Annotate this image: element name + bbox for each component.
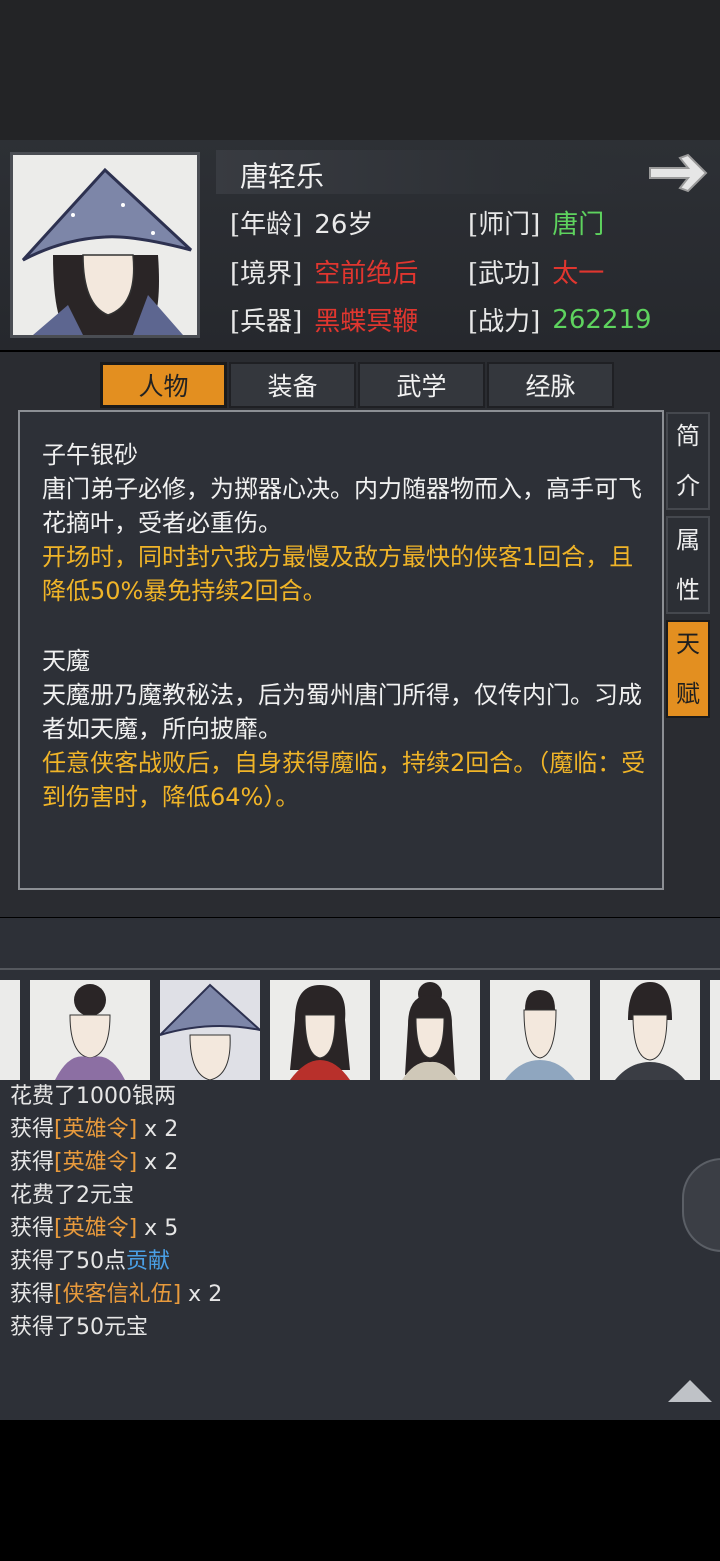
field-value: 26岁 (314, 210, 374, 240)
field-label: [境界] (230, 259, 303, 289)
log-text: 获得 (10, 1216, 55, 1241)
side-tab-intro[interactable]: 简 介 (666, 412, 710, 510)
side-tab-char: 属 (676, 526, 700, 554)
log-item[interactable]: [英雄令] (54, 1117, 137, 1142)
log-line: 获得[英雄令] x 5 (10, 1212, 222, 1245)
log-line: 获得[英雄令] x 2 (10, 1146, 222, 1179)
field-label: [战力] (468, 307, 541, 337)
field-martial-art: [武功] 太一 (468, 253, 604, 290)
tab-character[interactable]: 人物 (100, 362, 227, 408)
log-text: 获得 (10, 1282, 55, 1307)
log-line: 花费了1000银两 (10, 1080, 222, 1113)
field-power: [战力] 262219 (468, 301, 652, 338)
log-quantity: x 2 (137, 1117, 179, 1142)
side-tab-char: 性 (676, 576, 700, 604)
log-item[interactable]: [英雄令] (54, 1150, 137, 1175)
field-value: 空前绝后 (314, 259, 419, 289)
field-value: 黑蝶冥鞭 (314, 307, 419, 337)
hero-card[interactable] (0, 980, 20, 1080)
talent-effect: 任意侠客战败后，自身获得魔临，持续2回合。（魔临：受到伤害时，降低64%）。 (42, 749, 646, 811)
log-item[interactable]: 贡献 (126, 1249, 170, 1274)
talent-effect: 开场时，同时封穴我方最慢及敌方最快的侠客1回合，且降低50%暴免持续2回合。 (42, 543, 634, 605)
log-line: 花费了2元宝 (10, 1179, 222, 1212)
status-bar-area (0, 0, 720, 140)
hero-card[interactable] (30, 980, 150, 1080)
log-text: 花费了1000银两 (10, 1084, 176, 1109)
log-item[interactable]: [英雄令] (54, 1216, 137, 1241)
scroll-up-icon[interactable] (668, 1380, 712, 1406)
log-item[interactable]: [侠客信礼伍] (54, 1282, 181, 1307)
tab-meridians[interactable]: 经脉 (487, 362, 614, 408)
character-portrait[interactable] (10, 152, 200, 338)
field-value: 262219 (552, 304, 652, 335)
next-arrow-icon[interactable] (644, 150, 712, 196)
hero-card[interactable] (380, 980, 480, 1080)
hero-card[interactable] (490, 980, 590, 1080)
hero-card[interactable] (270, 980, 370, 1080)
side-tab-char: 天 (676, 630, 700, 658)
tab-martial-arts[interactable]: 武学 (358, 362, 485, 408)
log-text: 获得 (10, 1150, 55, 1175)
hero-card[interactable] (600, 980, 700, 1080)
log-text: 获得 (10, 1117, 55, 1142)
log-text: 获得了50点 (10, 1249, 126, 1274)
divider (0, 968, 720, 970)
talent-content: 子午银砂 唐门弟子必修，为掷器心决。内力随器物而入，高手可飞花摘叶，受者必重伤。… (18, 410, 664, 890)
hero-card[interactable] (160, 980, 260, 1080)
tab-strip: 人物 装备 武学 经脉 (100, 362, 614, 408)
log-text: 花费了2元宝 (10, 1183, 134, 1208)
log-quantity: x 2 (181, 1282, 223, 1307)
field-label: [年龄] (230, 210, 303, 240)
talent-block: 子午银砂 唐门弟子必修，为掷器心决。内力随器物而入，高手可飞花摘叶，受者必重伤。… (42, 438, 652, 608)
talent-title: 子午银砂 (42, 441, 138, 469)
log-line: 获得了50点贡献 (10, 1245, 222, 1278)
tab-equipment[interactable]: 装备 (229, 362, 356, 408)
field-label: [兵器] (230, 307, 303, 337)
side-tab-strip: 简 介 属 性 天 赋 (666, 412, 710, 724)
navigation-bar-area (0, 1420, 720, 1561)
field-value: 唐门 (552, 210, 605, 240)
log-line: 获得[英雄令] x 2 (10, 1113, 222, 1146)
field-sect: [师门] 唐门 (468, 204, 604, 241)
hero-card[interactable] (710, 980, 720, 1080)
log-text: 获得了50元宝 (10, 1315, 148, 1340)
side-tab-attributes[interactable]: 属 性 (666, 516, 710, 614)
talent-description: 唐门弟子必修，为掷器心决。内力随器物而入，高手可飞花摘叶，受者必重伤。 (42, 475, 642, 537)
log-quantity: x 2 (137, 1150, 179, 1175)
character-name: 唐轻乐 (240, 160, 325, 193)
field-label: [武功] (468, 259, 541, 289)
side-tab-char: 介 (676, 472, 700, 500)
field-age: [年龄] 26岁 (230, 204, 373, 241)
side-tab-char: 赋 (676, 680, 700, 708)
talent-description: 天魔册乃魔教秘法，后为蜀州唐门所得，仅传内门。习成者如天魔，所向披靡。 (42, 681, 642, 743)
side-tab-char: 简 (676, 422, 700, 450)
talent-block: 天魔 天魔册乃魔教秘法，后为蜀州唐门所得，仅传内门。习成者如天魔，所向披靡。 任… (42, 644, 652, 814)
log-line: 获得了50元宝 (10, 1311, 222, 1344)
field-realm: [境界] 空前绝后 (230, 253, 418, 290)
field-label: [师门] (468, 210, 541, 240)
log-line: 获得[侠客信礼伍] x 2 (10, 1278, 222, 1311)
side-tab-talent[interactable]: 天 赋 (666, 620, 710, 718)
log-quantity: x 5 (137, 1216, 179, 1241)
activity-log: 花费了1000银两 获得[英雄令] x 2 获得[英雄令] x 2 花费了2元宝 获得[… (10, 1080, 222, 1344)
talent-title: 天魔 (42, 647, 90, 675)
hero-roster[interactable] (0, 980, 720, 1080)
field-weapon: [兵器] 黑蝶冥鞭 (230, 301, 418, 338)
field-value: 太一 (552, 259, 605, 289)
